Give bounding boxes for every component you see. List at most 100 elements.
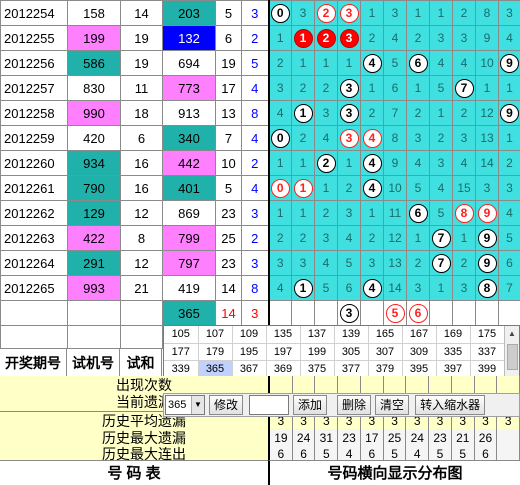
trial-number-cell: 830: [67, 75, 121, 101]
distribution-cell: 6: [337, 275, 361, 301]
distribution-cell: [452, 300, 476, 326]
scroll-up-icon[interactable]: ▲: [505, 326, 519, 341]
table-row: 2012263 422 8 799 25 2 2 2 3 4 2 12 1 7 1 9 5: [0, 225, 520, 251]
period-cell: 2012258: [0, 100, 68, 126]
draw-sum-cell: 25: [215, 225, 242, 251]
trial-number-cell: 993: [67, 275, 121, 301]
picker-number[interactable]: 397: [436, 360, 471, 378]
distribution-cell: 1: [429, 275, 453, 301]
distribution-cell: 1: [291, 200, 315, 226]
distribution-cell: 3: [267, 250, 292, 276]
trial-sum-cell: 21: [120, 275, 163, 301]
number-ball: 4: [362, 128, 382, 148]
span-cell: 3: [241, 250, 269, 276]
draw-number-cell: 869: [162, 200, 216, 226]
distribution-cell: 8: [452, 200, 476, 226]
span-cell: 8: [241, 100, 269, 126]
trial-number-cell: 420: [67, 125, 121, 151]
draw-number-cell: 913: [162, 100, 216, 126]
span-cell: 4: [241, 175, 269, 201]
delete-button[interactable]: 删除: [337, 395, 372, 415]
edit-button[interactable]: 修改: [209, 395, 244, 415]
table-row: 2012260 934 16 442 10 2 1 1 2 1 4 9 4 3 4 14 2: [0, 150, 520, 176]
distribution-cell: 4: [360, 50, 384, 76]
distribution-cell: 8: [383, 125, 407, 151]
picker-number[interactable]: 139: [334, 326, 369, 344]
picker-number[interactable]: 367: [232, 360, 267, 378]
picker-number[interactable]: 399: [470, 360, 505, 378]
draw-sum-cell: 23: [215, 200, 242, 226]
number-ball: 3: [339, 28, 359, 48]
trial-number-cell: 586: [67, 50, 121, 76]
clear-button[interactable]: 清空: [375, 395, 410, 415]
scroll-thumb[interactable]: [507, 344, 518, 370]
picker-number[interactable]: 307: [368, 343, 403, 361]
picker-number[interactable]: 335: [436, 343, 471, 361]
span-cell: 4: [241, 125, 269, 151]
draw-number-cell: 340: [162, 125, 216, 151]
distribution-cell: 3: [475, 175, 499, 201]
chevron-down-icon[interactable]: ▼: [191, 396, 204, 414]
picker-number[interactable]: 109: [232, 326, 267, 344]
picker-number[interactable]: 137: [300, 326, 335, 344]
number-input[interactable]: [249, 395, 290, 415]
picker-number[interactable]: 169: [436, 326, 471, 344]
distribution-cell: 2: [291, 75, 315, 101]
picker-number[interactable]: 365: [198, 360, 233, 378]
trial-sum-cell: 19: [120, 50, 163, 76]
picker-number[interactable]: 195: [232, 343, 267, 361]
distribution-cell: 3: [291, 0, 315, 26]
distribution-cell: 2: [406, 100, 430, 126]
picker-number[interactable]: 177: [164, 343, 199, 361]
trial-sum-cell: 12: [120, 250, 163, 276]
number-combo[interactable]: 365 ▼: [165, 395, 205, 415]
number-ball: 0: [270, 178, 290, 198]
distribution-cell: 0: [267, 175, 292, 201]
distribution-cell: 1: [291, 50, 315, 76]
number-ball: 4: [362, 178, 382, 198]
picker-number[interactable]: 339: [164, 360, 199, 378]
picker-number[interactable]: 369: [266, 360, 301, 378]
span-cell: 3: [241, 300, 269, 326]
distribution-cell: 9: [475, 250, 499, 276]
distribution-cell: 3: [337, 100, 361, 126]
distribution-cell: 3: [429, 150, 453, 176]
picker-number[interactable]: 379: [368, 360, 403, 378]
add-button[interactable]: 添加: [293, 395, 328, 415]
picker-number[interactable]: 135: [266, 326, 301, 344]
distribution-cell: 2: [429, 125, 453, 151]
distribution-cell: 1: [406, 0, 430, 26]
number-ball: 7: [454, 78, 474, 98]
picker-number[interactable]: 105: [164, 326, 199, 344]
number-ball: 0: [270, 128, 290, 148]
number-ball: 2: [316, 28, 336, 48]
trial-sum-cell: 8: [120, 225, 163, 251]
draw-number-cell: 132: [162, 25, 216, 51]
picker-number[interactable]: 305: [334, 343, 369, 361]
distribution-cell: 1: [337, 50, 361, 76]
distribution-cell: 9: [475, 200, 499, 226]
picker-number[interactable]: 199: [300, 343, 335, 361]
picker-number[interactable]: 179: [198, 343, 233, 361]
picker-number[interactable]: 175: [470, 326, 505, 344]
distribution-cell: 4: [452, 50, 476, 76]
period-cell: 2012260: [0, 150, 68, 176]
picker-number[interactable]: 377: [334, 360, 369, 378]
span-cell: 2: [241, 225, 269, 251]
distribution-cell: 6: [406, 300, 430, 326]
draw-number-cell: 419: [162, 275, 216, 301]
picker-number[interactable]: 337: [470, 343, 505, 361]
picker-number[interactable]: 165: [368, 326, 403, 344]
draw-sum-cell: 14: [215, 300, 242, 326]
distribution-cell: 7: [429, 250, 453, 276]
picker-number[interactable]: 395: [402, 360, 437, 378]
picker-number[interactable]: 309: [402, 343, 437, 361]
picker-number[interactable]: 375: [300, 360, 335, 378]
picker-number[interactable]: 167: [402, 326, 437, 344]
distribution-cell: 8: [475, 275, 499, 301]
picker-number[interactable]: 197: [266, 343, 301, 361]
span-cell: 2: [241, 25, 269, 51]
shrink-button[interactable]: 转入缩水器: [415, 395, 486, 415]
picker-number[interactable]: 107: [198, 326, 233, 344]
distribution-cell: 5: [429, 75, 453, 101]
